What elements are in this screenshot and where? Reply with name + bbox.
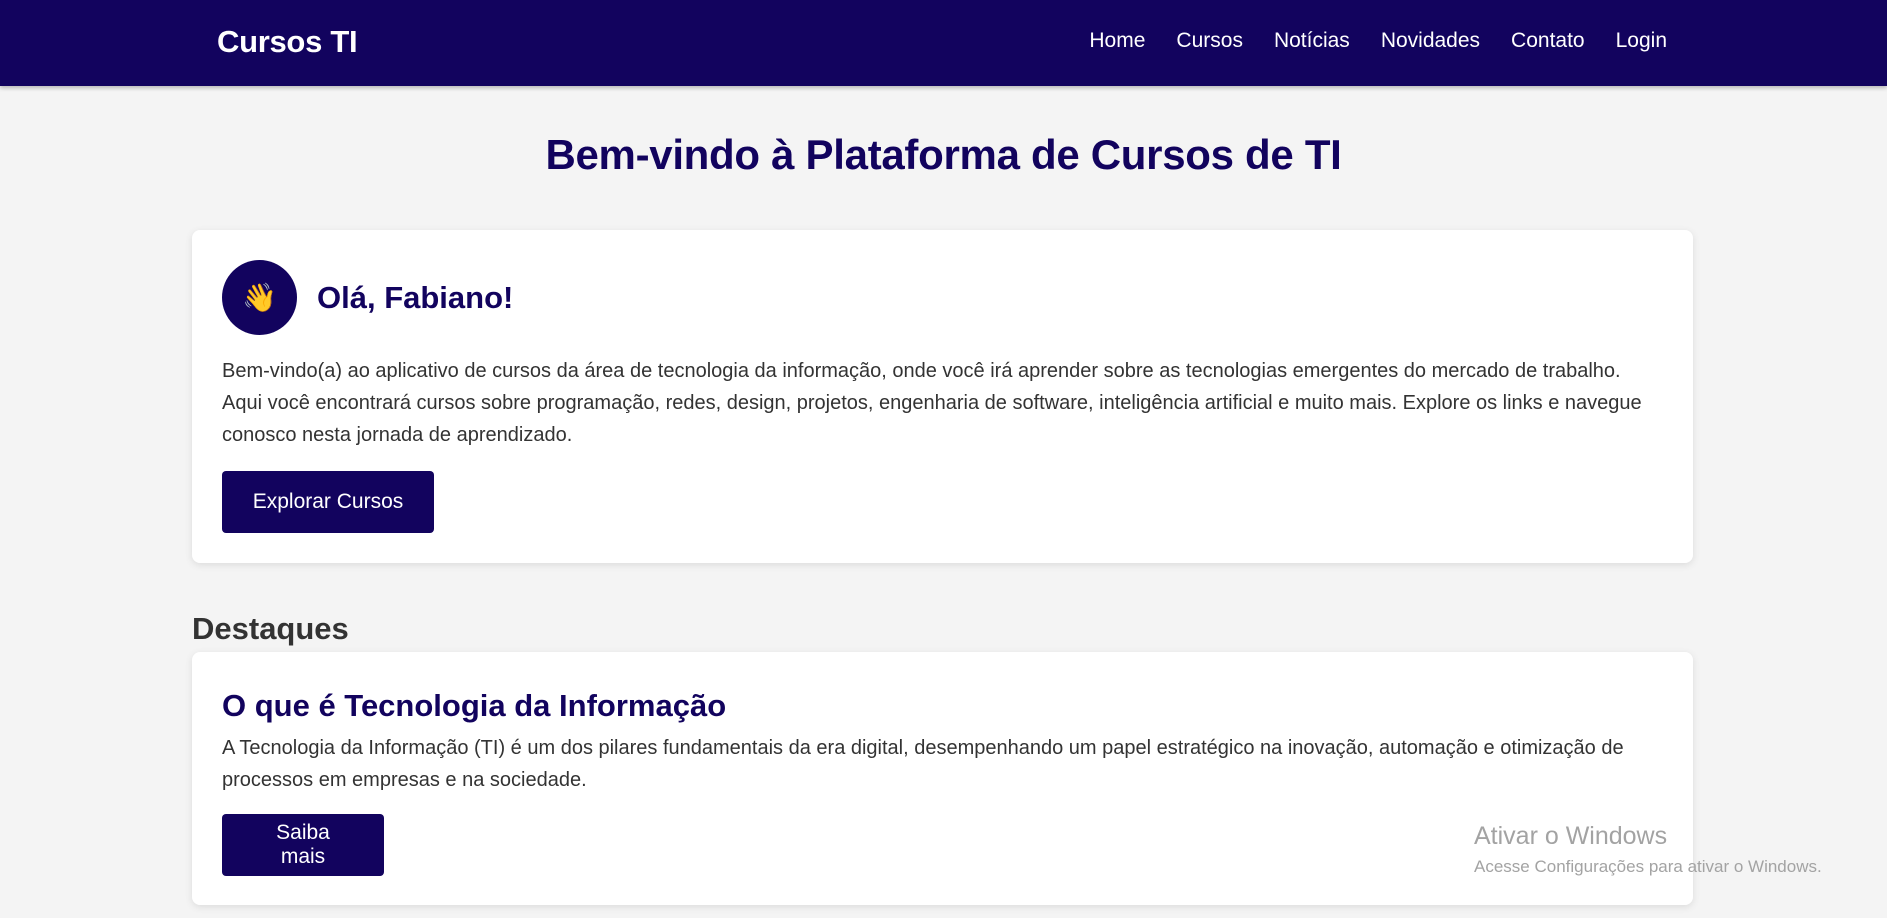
nav-link-home[interactable]: Home [1089,29,1145,53]
featured-title: O que é Tecnologia da Informação [222,688,727,723]
waving-hand-icon: 👋 [222,260,297,335]
top-navbar: Cursos TI Home Cursos Notícias Novidades… [0,0,1887,86]
nav-link-cursos[interactable]: Cursos [1176,29,1243,53]
nav-link-novidades[interactable]: Novidades [1381,29,1480,53]
brand-logo[interactable]: Cursos TI [217,24,358,60]
explore-courses-button[interactable]: Explorar Cursos [222,471,434,533]
watermark-subtitle: Acesse Configurações para ativar o Windo… [1474,857,1822,876]
featured-text: A Tecnologia da Informação (TI) é um dos… [222,737,1624,791]
welcome-text: Bem-vindo(a) ao aplicativo de cursos da … [222,360,1642,446]
greeting-heading: Olá, Fabiano! [317,280,514,315]
nav-link-noticias[interactable]: Notícias [1274,29,1350,53]
nav-link-login[interactable]: Login [1616,29,1667,53]
nav-menu: Home Cursos Notícias Novidades Contato L… [1058,29,1667,53]
watermark-title: Ativar o Windows [1474,822,1668,850]
learn-more-button[interactable]: Saiba mais [222,814,384,876]
featured-card: O que é Tecnologia da Informação A Tecno… [192,652,1693,905]
nav-link-contato[interactable]: Contato [1511,29,1585,53]
featured-section-heading: Destaques [192,611,349,646]
welcome-card: 👋 Olá, Fabiano! Bem-vindo(a) ao aplicati… [192,230,1693,563]
page-title: Bem-vindo à Plataforma de Cursos de TI [545,131,1342,178]
windows-activation-watermark: Ativar o Windows Acesse Configurações pa… [1474,822,1822,877]
